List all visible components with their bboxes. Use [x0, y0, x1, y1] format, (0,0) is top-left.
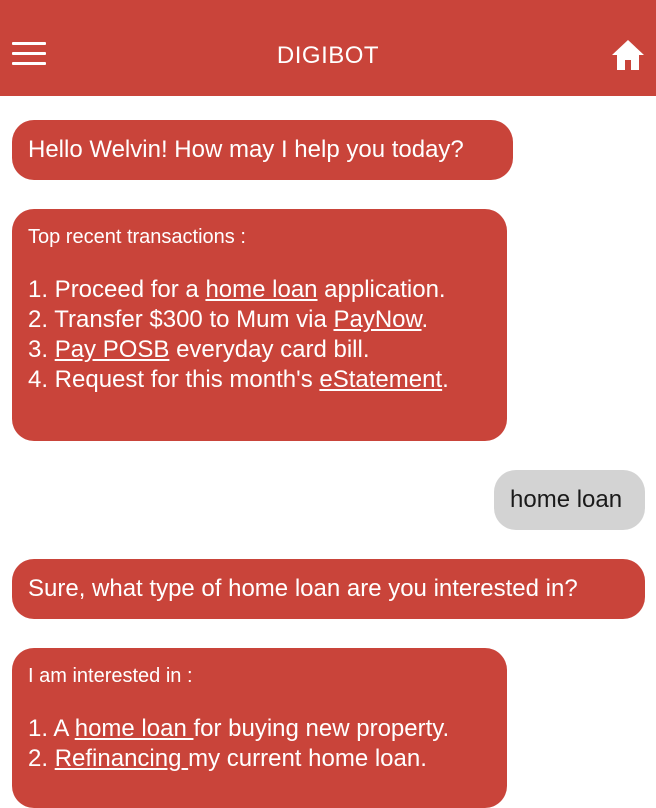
- home-loan-link[interactable]: home loan: [205, 276, 317, 303]
- option-item-1: 1. A home loan for buying new property.: [28, 715, 450, 742]
- recent-transactions-heading: Top recent transactions :: [28, 226, 246, 248]
- home-icon[interactable]: [610, 38, 646, 72]
- question-text: Sure, what type of home loan are you int…: [28, 575, 578, 602]
- bot-recent-transactions-message: Top recent transactions : 1. Proceed for…: [12, 209, 507, 441]
- recent-item-2: 2. Transfer $300 to Mum via PayNow.: [28, 306, 429, 333]
- user-reply-message: home loan: [494, 470, 645, 530]
- user-reply-text: home loan: [510, 486, 623, 513]
- bot-greeting-message: Hello Welvin! How may I help you today?: [12, 120, 513, 180]
- pay-posb-link[interactable]: Pay POSB: [55, 336, 170, 363]
- recent-item-4: 4. Request for this month's eStatement.: [28, 366, 449, 393]
- options-heading: I am interested in :: [28, 665, 193, 687]
- recent-item-1: 1. Proceed for a home loan application.: [28, 276, 446, 303]
- bot-question-message: Sure, what type of home loan are you int…: [12, 559, 645, 619]
- option-item-2: 2. Refinancing my current home loan.: [28, 745, 427, 772]
- refinancing-link[interactable]: Refinancing: [55, 745, 188, 772]
- recent-item-3: 3. Pay POSB everyday card bill.: [28, 336, 370, 363]
- app-title: DIGIBOT: [276, 42, 380, 69]
- estatement-link[interactable]: eStatement: [319, 366, 442, 393]
- greeting-text: Hello Welvin! How may I help you today?: [28, 136, 464, 163]
- chat-area[interactable]: Hello Welvin! How may I help you today? …: [0, 96, 656, 808]
- home-loan-option-link[interactable]: home loan: [75, 715, 194, 742]
- bot-options-message: I am interested in : 1. A home loan for …: [12, 648, 507, 808]
- app-header: DIGIBOT: [0, 0, 656, 96]
- paynow-link[interactable]: PayNow: [333, 306, 421, 333]
